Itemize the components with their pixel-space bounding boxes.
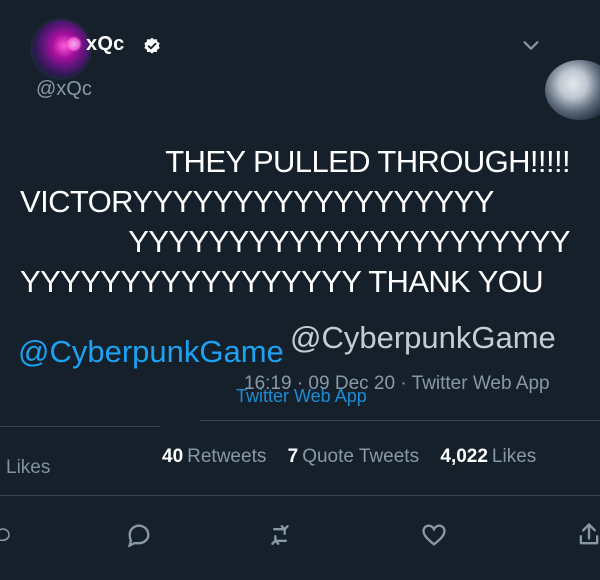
mention-overlay: @CyberpunkGame [290,320,556,355]
verified-icon [144,37,160,54]
user-handle[interactable]: @xQc [36,78,92,101]
tweet-screenshot: xQc @xQc THEY PULLED THROUGH!!!!! VICTOR… [0,0,600,580]
avatar[interactable] [30,18,92,80]
divider [200,420,600,421]
tweet-line: VICTORYYYYYYYYYYYYYYYYYY [20,184,494,219]
reply-icon[interactable] [0,525,12,545]
reply-icon[interactable] [125,521,153,549]
quote-label: Quote Tweets [302,446,420,467]
display-name[interactable]: xQc [86,33,124,56]
heart-icon[interactable] [420,521,448,549]
chevron-down-icon[interactable] [520,34,542,56]
quote-count[interactable]: 7 [288,446,299,467]
retweets-label: Retweets [187,446,267,467]
share-icon[interactable] [575,521,600,549]
tweet-line: YYYYYYYYYYYYYYYYYYYYYY [128,224,570,259]
retweets-count[interactable]: 40 [162,446,183,467]
likes-label: Likes [491,446,537,467]
tweet-text: THEY PULLED THROUGH!!!!! VICTORYYYYYYYYY… [20,142,580,302]
likes-count[interactable]: 4,022 [440,446,488,467]
divider [0,495,600,496]
tweet-line: THEY PULLED THROUGH!!!!! [165,144,570,179]
likes-overlay: Likes [6,457,51,478]
source-app-link[interactable]: Twitter Web App [236,386,367,407]
retweet-icon[interactable] [266,521,294,549]
divider [0,426,160,427]
tweet-header: xQc @xQc [0,0,600,120]
tweet-line: YYYYYYYYYYYYYYYYY THANK YOU [20,264,544,299]
secondary-avatar [545,60,600,120]
tweet-stats: 40 Retweets 7 Quote Tweets 4,022 Likes [162,446,552,468]
mention-link[interactable]: @CyberpunkGame [18,334,284,370]
